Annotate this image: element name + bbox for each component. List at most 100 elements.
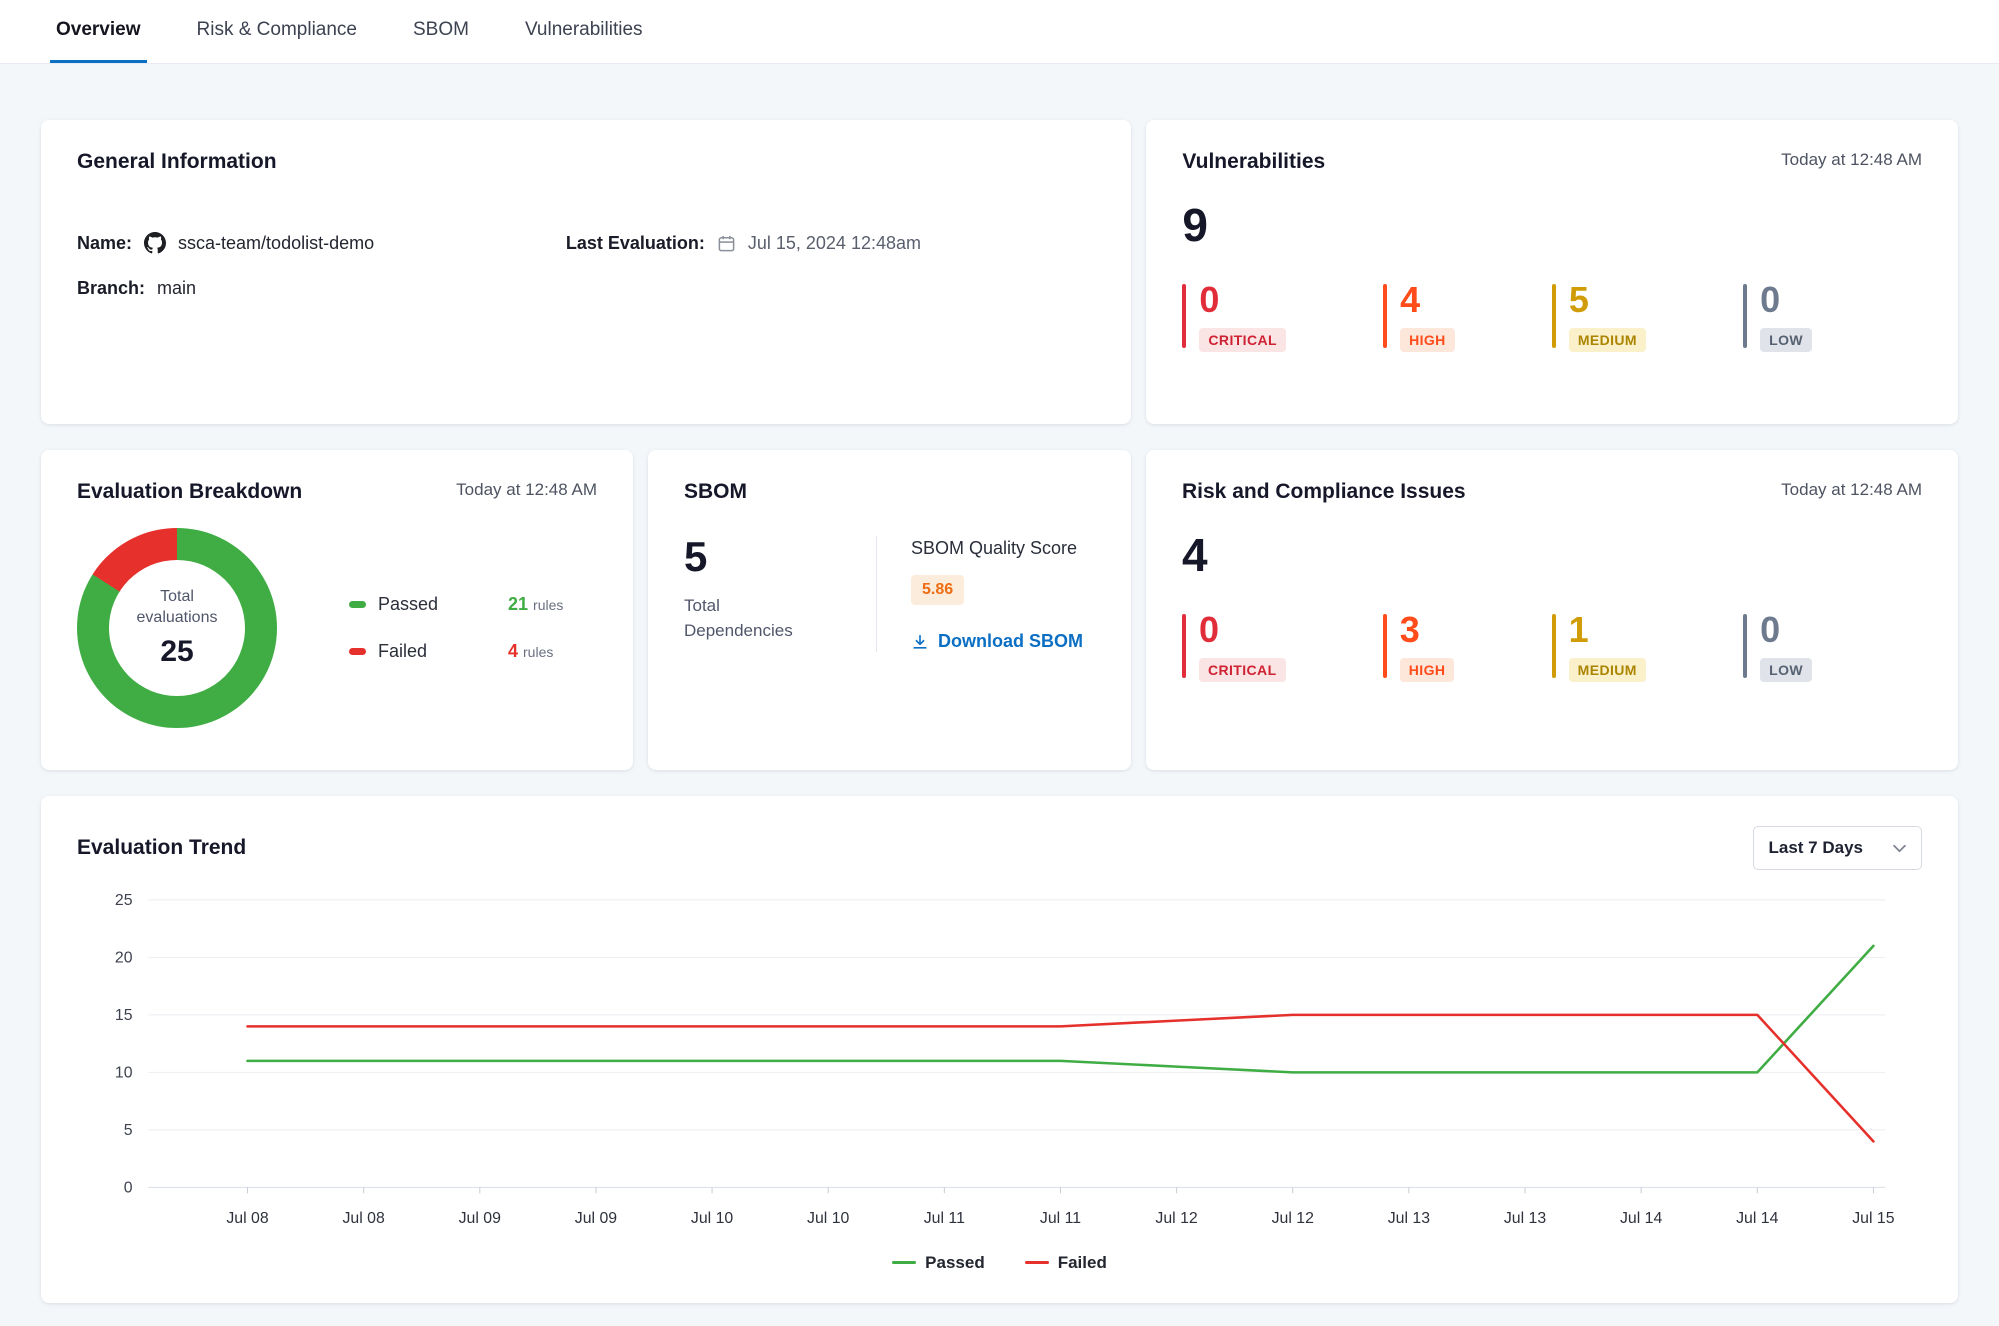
trend-range-dropdown[interactable]: Last 7 Days [1753,826,1923,870]
severity-count: 0 [1199,282,1286,318]
tab-bar: Overview Risk & Compliance SBOM Vulnerab… [0,0,1999,64]
main-content: General Information Name: ssca-team/todo… [0,64,1999,1303]
severity-bar [1182,284,1186,348]
vulnerabilities-severity-row: 0 CRITICAL 4 HIGH 5 MEDIUM 0 LOW [1182,282,1922,352]
last-evaluation-label: Last Evaluation: [566,233,705,254]
last-evaluation-value: Jul 15, 2024 12:48am [748,233,921,254]
severity-count: 5 [1569,282,1646,318]
severity-count: 0 [1199,612,1286,648]
tab-overview[interactable]: Overview [50,0,147,63]
severity-count: 4 [1400,282,1455,318]
calendar-icon [717,234,736,253]
general-info-fields: Name: ssca-team/todolist-demo Last Evalu… [77,232,1095,299]
svg-text:Jul 12: Jul 12 [1155,1210,1197,1227]
passed-line-icon [892,1261,916,1264]
legend-count: 21 [508,594,528,615]
sbom-total-label: Total Dependencies [684,594,804,643]
evaluation-trend-chart: 0510152025Jul 08Jul 08Jul 09Jul 09Jul 10… [77,884,1922,1253]
legend-item-failed: Failed 4 rules [349,641,563,662]
chevron-down-icon [1893,844,1906,853]
severity-critical: 0 CRITICAL [1182,612,1286,682]
severity-high: 4 HIGH [1383,282,1455,352]
vulnerabilities-card: Vulnerabilities Today at 12:48 AM 9 0 CR… [1146,120,1958,424]
severity-critical: 0 CRITICAL [1182,282,1286,352]
sbom-quality-score-badge: 5.86 [911,575,964,605]
evaluations-donut-chart: Total evaluations 25 [77,528,277,728]
severity-badge: CRITICAL [1199,658,1286,682]
severity-bar [1383,284,1387,348]
severity-medium: 1 MEDIUM [1552,612,1646,682]
tab-vulnerabilities[interactable]: Vulnerabilities [519,0,649,63]
sbom-quality-label: SBOM Quality Score [911,538,1083,559]
severity-bar [1743,284,1747,348]
svg-text:Jul 09: Jul 09 [575,1210,617,1227]
row-middle: Evaluation Breakdown Today at 12:48 AM T… [41,450,1958,770]
vulnerabilities-timestamp: Today at 12:48 AM [1781,150,1922,170]
repo-name-value: ssca-team/todolist-demo [178,233,374,254]
svg-text:Jul 13: Jul 13 [1388,1210,1430,1227]
severity-bar [1552,614,1556,678]
general-info-title: General Information [77,150,277,174]
download-sbom-link[interactable]: Download SBOM [911,631,1083,652]
svg-text:Jul 10: Jul 10 [807,1210,849,1227]
sbom-total-dependencies: 5 [684,536,842,578]
severity-badge: MEDIUM [1569,328,1646,352]
evaluation-breakdown-title: Evaluation Breakdown [77,480,302,504]
last-evaluation-field: Last Evaluation: Jul 15, 2024 12:48am [566,232,1096,254]
svg-text:10: 10 [115,1064,133,1081]
donut-center-label: Total evaluations [129,587,225,629]
svg-text:Jul 08: Jul 08 [343,1210,385,1227]
svg-text:Jul 14: Jul 14 [1736,1210,1778,1227]
severity-bar [1383,614,1387,678]
severity-badge: HIGH [1400,328,1455,352]
failed-dot-icon [349,648,366,655]
trend-legend-label: Passed [925,1253,985,1273]
svg-text:20: 20 [115,949,133,966]
tab-sbom-label: SBOM [413,19,469,41]
legend-unit: rules [523,644,553,660]
legend-count: 4 [508,641,518,662]
severity-badge: CRITICAL [1199,328,1286,352]
risk-compliance-total: 4 [1182,532,1922,578]
legend-label: Passed [378,594,466,615]
trend-legend-label: Failed [1058,1253,1107,1273]
legend-unit: rules [533,597,563,613]
svg-text:Jul 11: Jul 11 [924,1210,965,1227]
risk-compliance-title: Risk and Compliance Issues [1182,480,1466,504]
evaluations-legend: Passed 21 rules Failed 4 rules [349,594,563,662]
passed-dot-icon [349,601,366,608]
github-icon [144,232,166,254]
svg-text:Jul 09: Jul 09 [459,1210,501,1227]
svg-text:0: 0 [124,1179,133,1196]
severity-bar [1743,614,1747,678]
svg-text:Jul 10: Jul 10 [691,1210,733,1227]
failed-line-icon [1025,1261,1049,1264]
vulnerabilities-total: 9 [1182,202,1922,248]
severity-badge: LOW [1760,658,1812,682]
severity-bar [1182,614,1186,678]
evaluation-trend-title: Evaluation Trend [77,836,246,860]
svg-text:Jul 08: Jul 08 [226,1210,268,1227]
vulnerabilities-title: Vulnerabilities [1182,150,1325,174]
name-label: Name: [77,233,132,254]
sbom-card: SBOM 5 Total Dependencies SBOM Quality S… [648,450,1131,770]
tab-sbom[interactable]: SBOM [407,0,475,63]
tab-overview-label: Overview [56,19,141,41]
legend-item-passed: Passed 21 rules [349,594,563,615]
tab-risk-compliance[interactable]: Risk & Compliance [191,0,364,63]
trend-legend-passed: Passed [892,1253,985,1273]
svg-text:Jul 13: Jul 13 [1504,1210,1546,1227]
svg-text:Jul 12: Jul 12 [1272,1210,1314,1227]
download-icon [911,633,929,651]
branch-label: Branch: [77,278,145,299]
branch-value: main [157,278,196,299]
severity-count: 3 [1400,612,1455,648]
svg-text:Jul 15: Jul 15 [1852,1210,1894,1227]
divider [876,536,877,652]
severity-badge: HIGH [1400,658,1455,682]
risk-compliance-card: Risk and Compliance Issues Today at 12:4… [1146,450,1958,770]
risk-compliance-severity-row: 0 CRITICAL 3 HIGH 1 MEDIUM 0 LOW [1182,612,1922,682]
svg-text:Jul 14: Jul 14 [1620,1210,1662,1227]
severity-badge: MEDIUM [1569,658,1646,682]
repo-name-field: Name: ssca-team/todolist-demo [77,232,566,254]
